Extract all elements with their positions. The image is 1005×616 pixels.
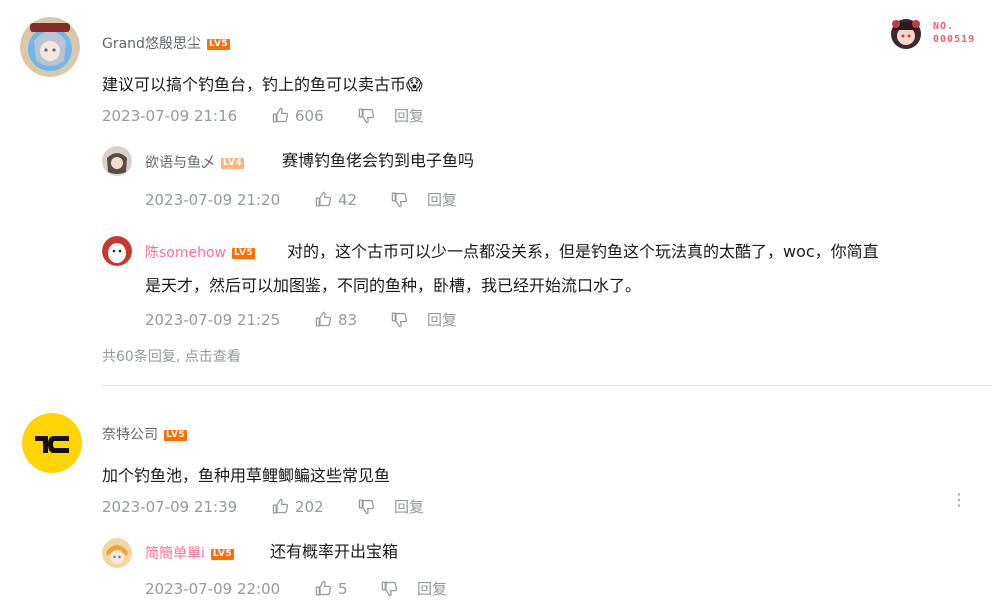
timestamp: 2023-07-09 21:16 xyxy=(102,106,238,125)
thumbs-down-icon xyxy=(358,108,375,124)
timestamp: 2023-07-09 22:00 xyxy=(145,579,281,598)
reply-content: 赛博钓鱼佬会钓到电子鱼吗 xyxy=(282,151,475,170)
level-badge: LV5 xyxy=(206,38,231,50)
fan-number-badge: NO. 000519 xyxy=(888,14,988,54)
thumbs-down-icon xyxy=(391,192,408,208)
comment-content: 建议可以搞个钓鱼台，钓上的鱼可以卖古币😱 xyxy=(102,75,423,94)
view-more-replies-link[interactable]: 共60条回复, 点击查看 xyxy=(102,346,241,366)
like-button[interactable]: 606 xyxy=(272,107,358,125)
timestamp: 2023-07-09 21:25 xyxy=(145,310,281,329)
like-button[interactable]: 42 xyxy=(315,191,391,209)
username[interactable]: 奈特公司 LV5 xyxy=(102,424,188,444)
level-badge: LV4 xyxy=(221,157,245,169)
comment-content: 加个钓鱼池，鱼种用草鲤鲫鳊这些常见鱼 xyxy=(102,466,391,485)
username[interactable]: 简簡单單i LV5 xyxy=(145,543,235,563)
thumbs-up-icon xyxy=(315,191,332,207)
fan-number: NO. 000519 xyxy=(933,21,976,45)
divider xyxy=(102,385,992,386)
like-button[interactable]: 202 xyxy=(272,498,358,516)
level-badge: LV5 xyxy=(164,429,188,441)
like-count: 42 xyxy=(338,190,358,209)
avatar[interactable] xyxy=(102,236,132,266)
like-button[interactable]: 83 xyxy=(315,311,391,329)
level-badge: LV5 xyxy=(210,548,235,560)
avatar[interactable] xyxy=(102,538,132,568)
dislike-button[interactable] xyxy=(391,191,427,208)
username[interactable]: 欲语与鱼乄 LV4 xyxy=(145,152,245,172)
reply-button[interactable]: 回复 xyxy=(394,105,424,126)
like-count: 5 xyxy=(338,579,348,598)
like-count: 606 xyxy=(295,106,324,125)
thumbs-down-icon xyxy=(391,312,408,328)
thumbs-up-icon xyxy=(272,498,289,514)
avatar[interactable] xyxy=(22,413,82,473)
reply-content: 还有概率开出宝箱 xyxy=(270,542,399,561)
dislike-button[interactable] xyxy=(358,107,394,124)
username[interactable]: Grand悠殷思尘 LV5 xyxy=(102,33,231,53)
dislike-button[interactable] xyxy=(381,580,417,597)
thumbs-up-icon xyxy=(315,311,332,327)
avatar[interactable] xyxy=(102,146,132,176)
reply-button[interactable]: 回复 xyxy=(427,189,457,210)
like-button[interactable]: 5 xyxy=(315,580,381,598)
reply-meta: 2023-07-09 21:20 42 回复 xyxy=(145,189,457,210)
comment-meta: 2023-07-09 21:16 606 回复 xyxy=(102,105,424,126)
reply-meta: 2023-07-09 22:00 5 回复 xyxy=(145,578,447,599)
thumbs-down-icon xyxy=(358,499,375,515)
reply-button[interactable]: 回复 xyxy=(417,578,447,599)
thumbs-up-icon xyxy=(272,107,289,123)
thumbs-up-icon xyxy=(315,580,332,596)
like-count: 83 xyxy=(338,310,358,329)
dislike-button[interactable] xyxy=(358,498,394,515)
reply-button[interactable]: 回复 xyxy=(394,496,424,517)
dislike-button[interactable] xyxy=(391,311,427,328)
timestamp: 2023-07-09 21:20 xyxy=(145,190,281,209)
reply-content: 对的，这个古币可以少一点都没关系，但是钓鱼这个玩法真的太酷了，woc，你简直 是… xyxy=(145,242,879,295)
reply-button[interactable]: 回复 xyxy=(427,309,457,330)
comment-meta: 2023-07-09 21:39 202 回复 xyxy=(102,496,424,517)
reply-meta: 2023-07-09 21:25 83 回复 xyxy=(145,309,457,330)
more-options-icon[interactable]: ⋮ xyxy=(951,492,967,508)
avatar[interactable] xyxy=(20,17,80,77)
fan-badge-avatar-icon xyxy=(891,19,921,49)
timestamp: 2023-07-09 21:39 xyxy=(102,497,238,516)
like-count: 202 xyxy=(295,497,324,516)
thumbs-down-icon xyxy=(381,581,398,597)
